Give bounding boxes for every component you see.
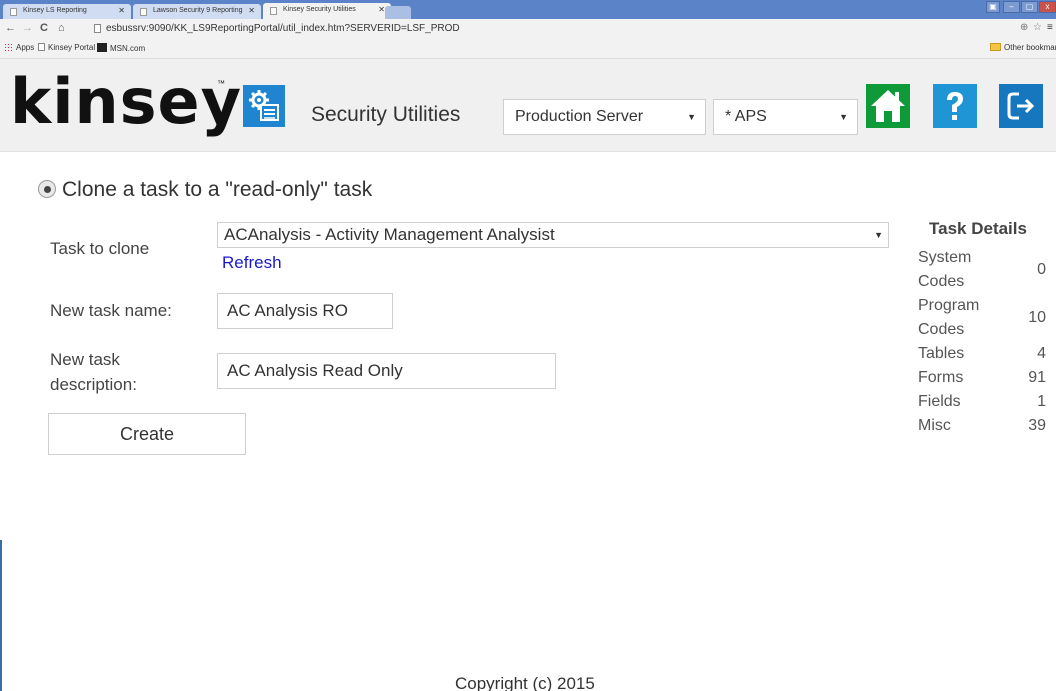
menu-icon[interactable]: ≡	[1047, 22, 1053, 33]
detail-row-fields: Fields 1	[918, 393, 1046, 410]
bookmark-kinsey-portal[interactable]: Kinsey Portal	[38, 43, 95, 52]
bookmark-other[interactable]: Other bookmarks	[990, 43, 1056, 52]
tab-title: Lawson Security 9 Reporting	[153, 7, 243, 14]
page-icon	[94, 24, 101, 33]
kinsey-logo: kinsey	[10, 65, 242, 138]
logout-button[interactable]	[999, 84, 1043, 128]
new-task-name-label: New task name:	[50, 301, 172, 320]
task-to-clone-select[interactable]: ACAnalysis - Activity Management Analysi…	[217, 222, 889, 248]
msn-icon	[97, 43, 107, 52]
logout-icon	[1007, 92, 1035, 120]
apps-icon	[4, 43, 13, 51]
page-icon	[10, 8, 17, 16]
page-title: Security Utilities	[311, 103, 461, 126]
tab-title: Kinsey Security Utilities	[283, 6, 356, 13]
browser-tab-active[interactable]: Kinsey Security Utilities ✕	[263, 3, 391, 19]
close-icon[interactable]: ✕	[248, 6, 255, 15]
detail-row-program-codes: Program Codes 10	[918, 297, 1046, 338]
page-icon	[140, 8, 147, 16]
bookmarks-bar: Apps Kinsey Portal MSN.com Other bookmar…	[0, 39, 1056, 59]
task-to-clone-label: Task to clone	[50, 239, 150, 258]
bookmark-msn[interactable]: MSN.com	[97, 43, 145, 53]
reload-icon[interactable]: C	[40, 22, 48, 34]
home-button[interactable]	[866, 84, 910, 128]
new-task-name-input[interactable]: AC Analysis RO	[217, 293, 393, 329]
clone-task-option[interactable]: Clone a task to a "read-only" task	[38, 178, 372, 202]
browser-toolbar: ← → C ⌂ esbussrv:9090/KK_LS9ReportingPor…	[0, 19, 1056, 39]
detail-row-system-codes: System Codes 0	[918, 249, 1046, 290]
zoom-icon[interactable]: ⊕	[1020, 22, 1028, 33]
copyright-footer: Copyright (c) 2015	[455, 674, 595, 691]
url-text: esbussrv:9090/KK_LS9ReportingPortal/util…	[106, 23, 460, 34]
detail-row-tables: Tables 4	[918, 345, 1046, 362]
new-tab-button[interactable]	[385, 6, 411, 19]
forward-icon[interactable]: →	[22, 22, 33, 34]
bookmark-star-icon[interactable]: ☆	[1033, 22, 1042, 33]
option-label: Clone a task to a "read-only" task	[62, 178, 373, 201]
app-header: kinsey ™ Security Utilities Production S…	[0, 59, 1056, 152]
dropdown-icon: ▼	[687, 112, 696, 122]
window-close-icon[interactable]: x	[1039, 1, 1056, 13]
task-details-title: Task Details	[929, 219, 1027, 238]
product-line-select[interactable]: * APS ▼	[713, 99, 858, 135]
close-icon[interactable]: ✕	[118, 6, 125, 15]
security-utilities-icon[interactable]	[243, 85, 285, 127]
refresh-link[interactable]: Refresh	[222, 253, 282, 273]
home-icon	[871, 90, 905, 122]
maximize-icon[interactable]: ▢	[1021, 1, 1038, 13]
detail-row-misc: Misc 39	[918, 417, 1046, 434]
create-button[interactable]: Create	[48, 413, 246, 455]
question-icon	[947, 92, 963, 120]
window-edge-divider	[0, 540, 2, 691]
browser-tab-strip: Kinsey LS Reporting ✕ Lawson Security 9 …	[0, 0, 1056, 19]
radio-button[interactable]	[38, 180, 56, 198]
bookmark-apps[interactable]: Apps	[4, 43, 34, 52]
new-task-description-input[interactable]: AC Analysis Read Only	[217, 353, 556, 389]
address-bar[interactable]: esbussrv:9090/KK_LS9ReportingPortal/util…	[92, 21, 1012, 37]
detail-row-forms: Forms 91	[918, 369, 1046, 386]
server-select[interactable]: Production Server ▼	[503, 99, 706, 135]
new-task-description-label: New task description:	[50, 350, 137, 394]
tab-title: Kinsey LS Reporting	[23, 7, 87, 14]
browser-tab[interactable]: Kinsey LS Reporting ✕	[3, 4, 131, 19]
page-icon	[38, 43, 45, 51]
help-button[interactable]	[933, 84, 977, 128]
user-icon[interactable]: ▣	[986, 1, 1000, 13]
home-icon[interactable]: ⌂	[58, 22, 65, 34]
task-details-panel: System Codes 0 Program Codes 10 Tables 4 F…	[918, 246, 1046, 438]
trademark: ™	[217, 79, 225, 88]
minimize-icon[interactable]: –	[1003, 1, 1020, 13]
browser-tab[interactable]: Lawson Security 9 Reporting ✕	[133, 4, 261, 19]
back-icon[interactable]: ←	[5, 22, 16, 34]
dropdown-icon: ▼	[839, 112, 848, 122]
dropdown-icon: ▼	[874, 230, 883, 240]
page-icon	[270, 7, 277, 15]
folder-icon	[990, 43, 1001, 51]
close-icon[interactable]: ✕	[378, 5, 385, 14]
